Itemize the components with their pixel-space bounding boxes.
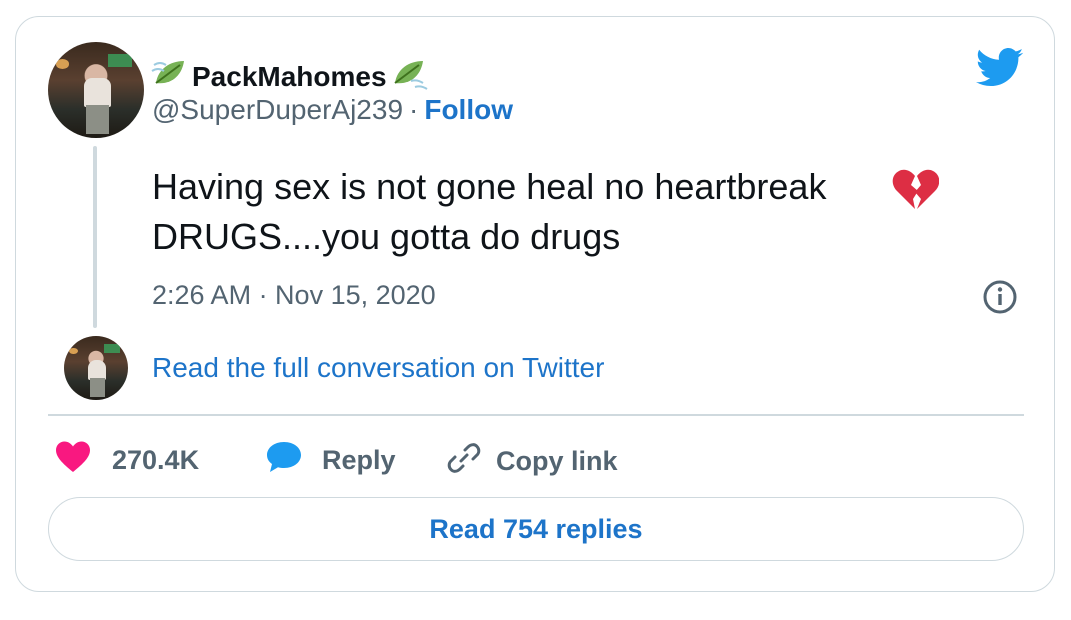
- follow-button[interactable]: Follow: [424, 94, 513, 126]
- copy-link-label: Copy link: [496, 446, 618, 476]
- thread-connector-line: [93, 146, 97, 328]
- author-handle[interactable]: @SuperDuperAj239: [152, 94, 403, 126]
- broken-heart-emoji-icon: [891, 167, 940, 216]
- tweet-text: Having sex is not gone heal no heartbrea…: [152, 166, 827, 257]
- author-avatar[interactable]: [48, 42, 144, 138]
- author-handle-row: @SuperDuperAj239 · Follow: [152, 94, 513, 126]
- leaf-emoji-icon: [389, 55, 429, 98]
- divider: [48, 414, 1024, 416]
- twitter-bird-icon[interactable]: [976, 48, 1024, 93]
- heart-icon: [54, 440, 92, 481]
- link-chain-icon: [446, 440, 482, 483]
- reply-label: Reply: [322, 445, 396, 475]
- info-icon[interactable]: [982, 279, 1018, 320]
- tweet-timestamp[interactable]: 2:26 AM · Nov 15, 2020: [152, 280, 436, 311]
- reply-bubble-icon: [264, 440, 304, 481]
- tweet-body: Having sex is not gone heal no heartbrea…: [152, 162, 972, 262]
- author-display-name: PackMahomes: [192, 60, 387, 92]
- like-count: 270.4K: [112, 445, 200, 475]
- read-replies-button[interactable]: Read 754 replies: [48, 497, 1024, 561]
- author-name-row[interactable]: PackMahomes: [150, 55, 429, 98]
- conversation-avatar[interactable]: [64, 336, 128, 400]
- read-replies-label: Read 754 replies: [429, 513, 643, 544]
- reply-action[interactable]: Reply: [264, 440, 396, 481]
- like-action[interactable]: 270.4K: [54, 440, 199, 481]
- leaf-emoji-icon: [150, 55, 190, 98]
- read-full-conversation-link[interactable]: Read the full conversation on Twitter: [152, 352, 604, 384]
- separator-dot: ·: [409, 94, 419, 125]
- copy-link-action[interactable]: Copy link: [446, 440, 618, 483]
